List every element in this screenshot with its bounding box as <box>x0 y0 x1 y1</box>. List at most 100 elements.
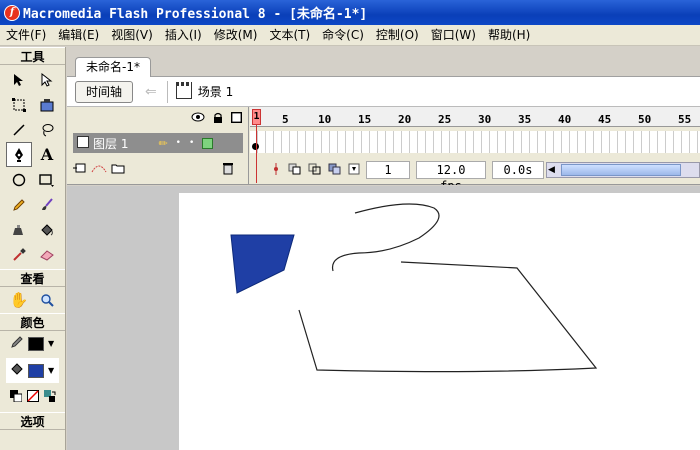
stroke-color-swatch[interactable] <box>28 336 44 351</box>
no-color-icon[interactable] <box>27 390 39 405</box>
menu-bar: 文件(F) 编辑(E) 视图(V) 插入(I) 修改(M) 文本(T) 命令(C… <box>0 25 700 46</box>
scene-label[interactable]: 场景 1 <box>198 83 233 100</box>
layer-page-icon <box>77 136 89 148</box>
back-arrow-icon[interactable]: ⇐ <box>145 84 157 100</box>
gradient-transform-tool-icon[interactable] <box>34 92 60 117</box>
frame-tick: 30 <box>478 113 492 126</box>
stroke-dropdown-icon[interactable]: ▼ <box>48 339 54 348</box>
menu-help[interactable]: 帮助(H) <box>482 25 536 46</box>
menu-commands[interactable]: 命令(C) <box>316 25 370 46</box>
frame-tick: 20 <box>398 113 412 126</box>
tools-header: 工具 <box>0 47 65 65</box>
zoom-tool-icon[interactable] <box>34 289 60 311</box>
modify-onion-markers-icon[interactable] <box>348 163 360 178</box>
layer-visible-dot-icon[interactable]: • <box>176 138 181 148</box>
fill-color-row[interactable]: ▼ <box>6 358 59 383</box>
open-polyline-stroke[interactable] <box>298 261 598 373</box>
frame-ruler[interactable]: 1 5 10 15 20 25 30 35 40 45 50 55 <box>250 107 700 127</box>
onion-outline-icon[interactable] <box>308 163 322 178</box>
menu-window[interactable]: 窗口(W) <box>425 25 482 46</box>
title-bar: f Macromedia Flash Professional 8 - [未命名… <box>0 0 700 25</box>
colors-header: 颜色 <box>0 313 65 331</box>
scene-clapper-icon <box>175 81 192 99</box>
menu-modify[interactable]: 修改(M) <box>208 25 264 46</box>
oval-tool-icon[interactable] <box>6 167 32 192</box>
center-frame-icon[interactable] <box>270 162 282 178</box>
frame-rate-field[interactable]: 12.0 fps <box>416 161 486 185</box>
frames-area: 1 5 10 15 20 25 30 35 40 45 50 55 1 <box>250 107 700 185</box>
black-white-icon[interactable] <box>10 390 23 405</box>
subselection-tool-icon[interactable] <box>34 67 60 92</box>
eraser-tool-icon[interactable] <box>34 242 60 267</box>
color-buttons-row <box>0 385 65 410</box>
tools-panel: 工具 A 查看 ✋ 颜色 ▼ ▼ 选项 <box>0 47 66 450</box>
layer-name[interactable]: 图层 1 <box>93 135 128 152</box>
frame-tick: 15 <box>358 113 372 126</box>
lasso-tool-icon[interactable] <box>34 117 60 142</box>
frame-tick: 10 <box>318 113 332 126</box>
layer-frame-row[interactable] <box>250 131 700 153</box>
text-tool-icon[interactable]: A <box>34 142 60 167</box>
frame-tick: 5 <box>282 113 289 126</box>
rectangle-tool-icon[interactable] <box>34 167 60 192</box>
pencil-tool-icon[interactable] <box>6 192 32 217</box>
brush-tool-icon[interactable] <box>34 192 60 217</box>
current-frame-field: 1 <box>366 161 410 179</box>
scroll-thumb[interactable] <box>561 164 681 176</box>
flash-app-window: f Macromedia Flash Professional 8 - [未命名… <box>0 0 700 450</box>
layer-buttons <box>73 159 243 179</box>
ink-bottle-tool-icon[interactable] <box>6 217 32 242</box>
edit-bar-divider <box>166 80 168 103</box>
motion-guide-icon[interactable] <box>91 162 107 177</box>
menu-file[interactable]: 文件(F) <box>0 25 52 46</box>
scroll-left-icon[interactable]: ◀ <box>548 163 555 177</box>
hand-tool-icon[interactable]: ✋ <box>6 289 32 311</box>
menu-insert[interactable]: 插入(I) <box>159 25 208 46</box>
edit-bar: 时间轴 ⇐ 场景 1 <box>67 77 700 107</box>
paint-bucket-tool-icon[interactable] <box>34 217 60 242</box>
flash-logo-icon: f <box>4 4 20 21</box>
menu-control[interactable]: 控制(O) <box>370 25 425 46</box>
blue-filled-shape[interactable] <box>230 234 295 294</box>
outline-icon[interactable] <box>230 111 243 127</box>
layer-outline-color-icon[interactable] <box>202 137 214 149</box>
lock-icon[interactable] <box>213 112 223 127</box>
layer-panel: 图层 1 ✏ • • <box>67 107 249 185</box>
layer-row[interactable]: 图层 1 ✏ • • <box>73 133 243 153</box>
pen-tool-icon[interactable] <box>6 142 32 167</box>
menu-view[interactable]: 视图(V) <box>105 25 159 46</box>
playhead-frame-number[interactable]: 1 <box>252 109 261 125</box>
window-title: Macromedia Flash Professional 8 - [未命名-1… <box>23 7 368 22</box>
fill-color-swatch[interactable] <box>28 363 44 378</box>
selection-tool-icon[interactable] <box>6 67 32 92</box>
menu-text[interactable]: 文本(T) <box>263 25 316 46</box>
insert-layer-icon[interactable] <box>73 162 87 177</box>
menu-edit[interactable]: 编辑(E) <box>52 25 105 46</box>
swap-colors-icon[interactable] <box>44 390 56 405</box>
timeline-toggle-button[interactable]: 时间轴 <box>75 80 134 103</box>
tools-grid: A <box>0 65 65 269</box>
layer-lock-dot-icon[interactable]: • <box>189 138 194 148</box>
curved-stroke[interactable] <box>331 203 440 272</box>
fill-dropdown-icon[interactable]: ▼ <box>48 366 54 375</box>
stage-drawing <box>230 203 598 373</box>
stage[interactable] <box>179 193 700 450</box>
delete-layer-icon[interactable] <box>222 162 234 179</box>
frame-tick: 40 <box>558 113 572 126</box>
line-tool-icon[interactable] <box>6 117 32 142</box>
document-tab[interactable]: 未命名-1* <box>75 57 151 77</box>
eye-icon[interactable] <box>191 112 205 127</box>
view-header: 查看 <box>0 269 65 287</box>
layer-edit-pencil-icon: ✏ <box>158 136 168 150</box>
edit-multiple-frames-icon[interactable] <box>328 163 342 178</box>
insert-folder-icon[interactable] <box>111 162 125 177</box>
onion-skin-icon[interactable] <box>288 163 302 178</box>
timeline-scrollbar[interactable]: ◀ <box>546 162 700 178</box>
eyedropper-tool-icon[interactable] <box>6 242 32 267</box>
options-header: 选项 <box>0 412 65 430</box>
stroke-color-row[interactable]: ▼ <box>0 331 65 356</box>
frame-tick: 35 <box>518 113 532 126</box>
elapsed-time-field: 0.0s <box>492 161 544 179</box>
free-transform-tool-icon[interactable] <box>6 92 32 117</box>
frame-tick: 50 <box>638 113 652 126</box>
